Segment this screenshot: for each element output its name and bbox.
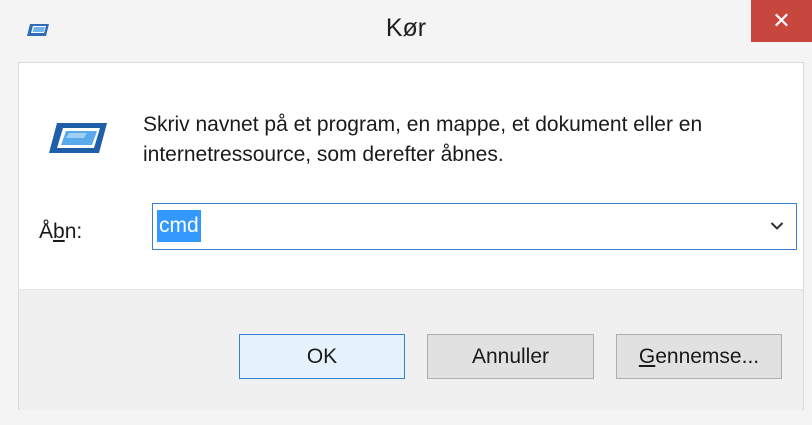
open-label-prefix: Å <box>39 220 54 243</box>
instruction-text: Skriv navnet på et program, en mappe, et… <box>143 110 793 170</box>
button-area: OK Annuller Gennemse... <box>19 289 803 410</box>
cancel-button[interactable]: Annuller <box>427 334 594 379</box>
instruction-line-1: Skriv navnet på et program, en mappe, et… <box>143 113 703 136</box>
open-combobox[interactable]: cmd <box>152 203 797 250</box>
browse-label-rest: ennemse... <box>655 344 760 368</box>
open-label-suffix: n: <box>64 220 83 243</box>
open-label: Åbn: <box>39 220 82 244</box>
open-input[interactable]: cmd <box>157 210 201 242</box>
window-title: Kør <box>385 14 427 42</box>
dialog-body: Skriv navnet på et program, en mappe, et… <box>18 62 804 410</box>
content-area: Skriv navnet på et program, en mappe, et… <box>19 63 803 289</box>
browse-button[interactable]: Gennemse... <box>616 334 782 379</box>
chevron-down-icon[interactable] <box>764 212 790 240</box>
title-bar[interactable]: Kør ✕ <box>0 0 812 62</box>
ok-button[interactable]: OK <box>239 334 405 379</box>
close-icon: ✕ <box>772 8 791 34</box>
browse-accelerator: G <box>638 344 656 368</box>
instruction-line-2: internetressource, som derefter åbnes. <box>143 143 504 166</box>
run-icon <box>47 119 109 157</box>
run-dialog-window: Kør ✕ Skriv navnet på et program, en map… <box>0 0 812 425</box>
open-label-accelerator: b <box>53 220 65 243</box>
close-button[interactable]: ✕ <box>751 0 812 42</box>
